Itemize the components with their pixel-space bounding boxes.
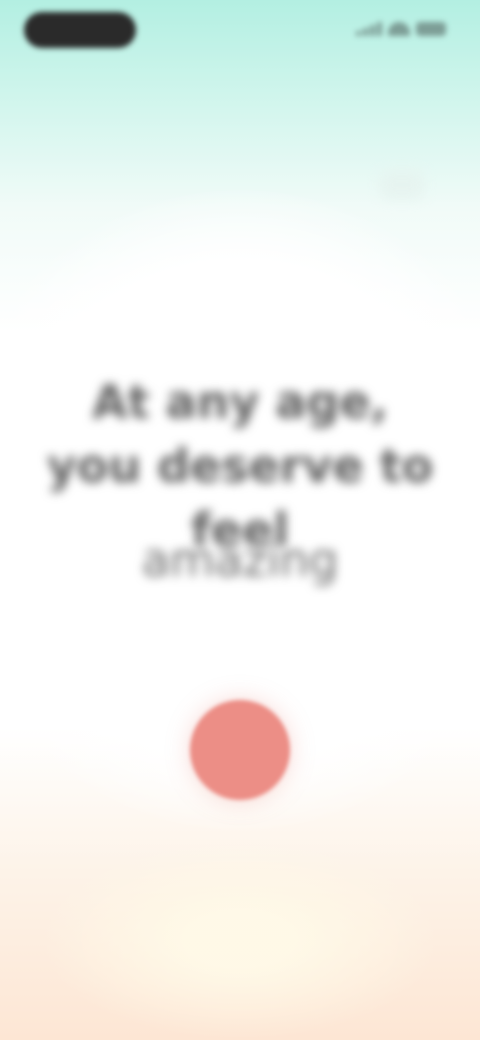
bottom-link[interactable]	[64, 848, 154, 884]
status-icons	[356, 20, 446, 38]
corner-icon[interactable]	[380, 170, 424, 200]
status-bar	[0, 0, 480, 64]
wifi-icon	[388, 22, 410, 36]
app-screen: At any age, you deserve to feel amazing	[0, 0, 480, 1040]
status-time-pill	[24, 12, 136, 48]
battery-icon	[416, 22, 446, 36]
prompt-highlight: amazing	[141, 533, 339, 587]
signal-icon	[356, 22, 382, 36]
record-button[interactable]	[190, 700, 290, 800]
